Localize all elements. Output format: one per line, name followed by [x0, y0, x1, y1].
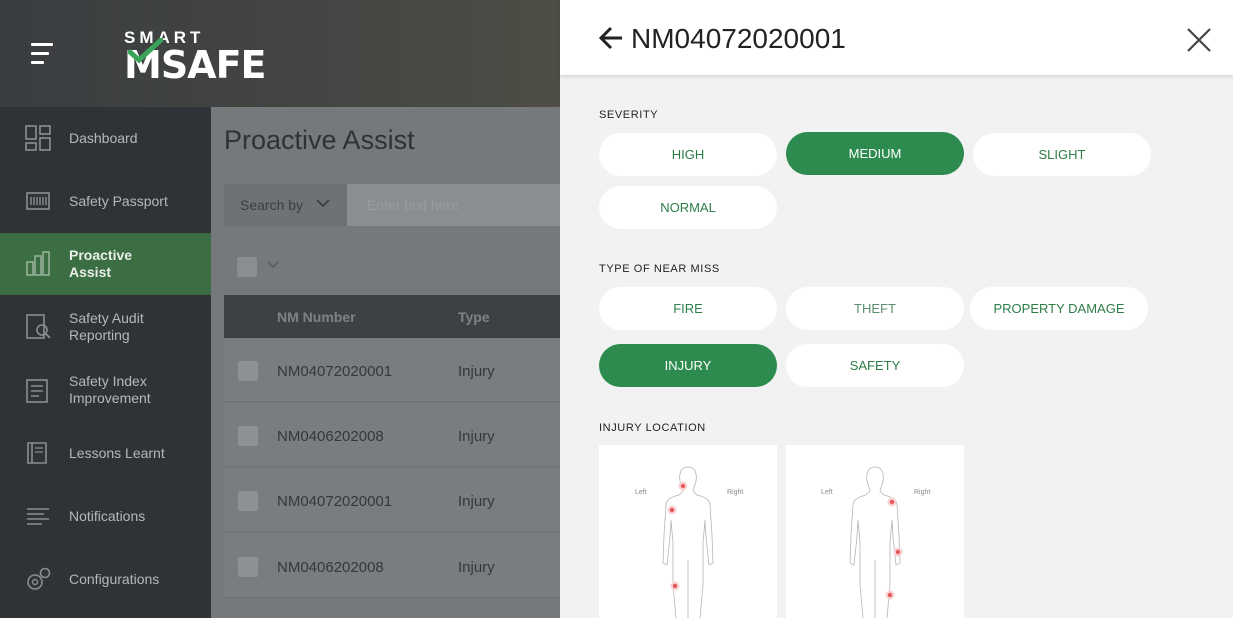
sidebar-item-lessons-learnt[interactable]: Lessons Learnt — [0, 422, 211, 484]
type-theft-button[interactable]: THEFT — [786, 287, 964, 330]
row-checkbox[interactable] — [238, 361, 258, 381]
sidebar-item-label: Safety Audit Reporting — [69, 310, 144, 343]
injury-marker[interactable] — [885, 590, 895, 600]
close-icon[interactable] — [1186, 27, 1212, 53]
severity-high-button[interactable]: HIGH — [599, 133, 777, 176]
menu-icon[interactable] — [31, 43, 57, 67]
sidebar-item-safety-audit-reporting[interactable]: Safety Audit Reporting — [0, 296, 211, 358]
sidebar-item-notifications[interactable]: Notifications — [0, 485, 211, 547]
sidebar-item-dashboard[interactable]: Dashboard — [0, 107, 211, 169]
sidebar-item-label: Proactive Assist — [69, 247, 133, 280]
type-cell: Injury — [458, 428, 495, 445]
injury-location-label: INJURY LOCATION — [599, 422, 706, 434]
row-checkbox[interactable] — [238, 426, 258, 446]
nm-number-cell: NM04072020001 — [277, 363, 393, 380]
app-logo[interactable]: SMART MSAFE — [124, 28, 267, 87]
injury-marker[interactable] — [667, 505, 677, 515]
injury-marker[interactable] — [678, 481, 688, 491]
audit-icon — [26, 314, 51, 339]
body-diagram-back[interactable]: Left Right — [786, 445, 964, 618]
sidebar-item-label: Notifications — [69, 507, 146, 524]
select-all-checkbox[interactable] — [237, 257, 257, 277]
page-title: Proactive Assist — [224, 125, 415, 155]
main-content: Proactive Assist Search by NM Number Typ… — [211, 107, 624, 618]
near-miss-type-label: TYPE OF NEAR MISS — [599, 263, 720, 275]
index-icon — [26, 379, 48, 403]
row-checkbox[interactable] — [238, 491, 258, 511]
sidebar-item-label: Dashboard — [69, 129, 138, 146]
sidebar-item-proactive-assist[interactable]: Proactive Assist — [0, 233, 211, 295]
chevron-down-icon[interactable] — [267, 261, 279, 269]
severity-medium-button[interactable]: MEDIUM — [786, 132, 964, 175]
right-side-label: Right — [727, 489, 743, 496]
nm-number-cell: NM0406202008 — [277, 428, 384, 445]
chevron-down-icon — [316, 199, 330, 208]
column-header-type[interactable]: Type — [458, 309, 490, 325]
type-cell: Injury — [458, 559, 495, 576]
column-header-nm-number[interactable]: NM Number — [277, 309, 356, 325]
notifications-icon — [27, 508, 49, 525]
panel-title: NM04072020001 — [631, 23, 846, 54]
severity-label: SEVERITY — [599, 109, 659, 121]
left-side-label: Left — [821, 489, 833, 496]
sidebar-item-safety-passport[interactable]: Safety Passport — [0, 170, 211, 232]
gears-icon — [27, 567, 51, 590]
injury-marker[interactable] — [670, 581, 680, 591]
nm-number-cell: NM0406202008 — [277, 559, 384, 576]
sidebar-item-label: Safety Index Improvement — [69, 373, 151, 406]
right-side-label: Right — [914, 489, 930, 496]
type-injury-button[interactable]: INJURY — [599, 344, 777, 387]
type-cell: Injury — [458, 363, 495, 380]
panel-header: NM04072020001 — [560, 0, 1233, 75]
severity-normal-button[interactable]: NORMAL — [599, 186, 777, 229]
body-diagram-front[interactable]: Left Right — [599, 445, 777, 618]
book-icon — [27, 442, 47, 464]
search-by-dropdown[interactable]: Search by — [224, 184, 347, 226]
human-body-front-figure: Left Right — [635, 466, 743, 618]
sidebar-item-label: Lessons Learnt — [69, 444, 165, 461]
sidebar-item-label: Safety Passport — [69, 192, 168, 209]
injury-marker[interactable] — [893, 547, 903, 557]
sidebar: Dashboard Safety Passport Proactive Assi… — [0, 107, 211, 618]
back-arrow-icon[interactable] — [598, 25, 624, 51]
human-body-back-figure: Left Right — [821, 466, 930, 618]
row-checkbox[interactable] — [238, 557, 258, 577]
search-by-label: Search by — [240, 197, 304, 213]
near-miss-detail-panel: NM04072020001 SEVERITY HIGH MEDIUM SLIGH… — [560, 0, 1233, 618]
type-cell: Injury — [458, 493, 495, 510]
type-property-damage-button[interactable]: PROPERTY DAMAGE — [970, 287, 1148, 330]
severity-slight-button[interactable]: SLIGHT — [973, 133, 1151, 176]
injury-marker[interactable] — [887, 497, 897, 507]
proactive-assist-icon — [26, 251, 50, 276]
sidebar-item-label: Configurations — [69, 570, 160, 587]
left-side-label: Left — [635, 489, 647, 496]
type-safety-button[interactable]: SAFETY — [786, 344, 964, 387]
nm-number-cell: NM04072020001 — [277, 493, 393, 510]
sidebar-item-safety-index-improvement[interactable]: Safety Index Improvement — [0, 359, 211, 421]
passport-icon — [26, 192, 50, 210]
logo-checkmark-icon — [128, 38, 164, 64]
type-fire-button[interactable]: FIRE — [599, 287, 777, 330]
sidebar-item-configurations[interactable]: Configurations — [0, 548, 211, 610]
dashboard-icon — [25, 125, 51, 151]
